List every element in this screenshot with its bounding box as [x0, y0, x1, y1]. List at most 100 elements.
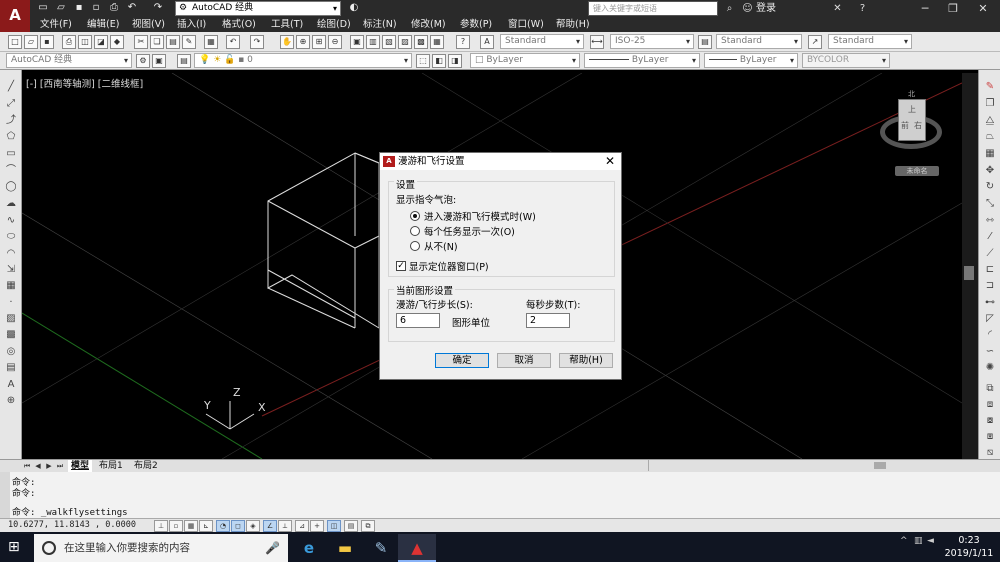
radio-enter-walkfly[interactable] [410, 211, 420, 221]
quick-properties-button[interactable]: ▤ [344, 520, 358, 532]
blockeditor-icon[interactable]: ▦ [204, 35, 218, 49]
windows-start-icon[interactable]: ⊞ [8, 539, 24, 555]
print-icon[interactable]: ⎙ [62, 35, 76, 49]
command-input[interactable]: 命令: _walkflysettings [12, 505, 128, 518]
horizontal-scrollbar[interactable] [648, 460, 963, 471]
break-icon[interactable]: ⊐ [983, 279, 997, 292]
volume-icon[interactable]: ◄ [927, 536, 934, 546]
menu-file[interactable]: 文件(F) [40, 18, 72, 31]
undo-icon[interactable]: ↶ [226, 35, 240, 49]
text-style-select[interactable]: Standard ▾ [500, 34, 584, 49]
user-icon[interactable]: ☺ [740, 1, 755, 16]
zoom-previous-icon[interactable]: ⊖ [328, 35, 342, 49]
binoculars-icon[interactable]: ⌕ [722, 1, 737, 16]
blend-icon[interactable]: ∽ [983, 345, 997, 358]
mirror-icon[interactable]: ⧋ [983, 114, 997, 127]
menu-modify[interactable]: 修改(M) [411, 18, 446, 31]
steps-per-second-input[interactable]: 2 [526, 313, 570, 328]
matchprop-icon[interactable]: ✎ [182, 35, 196, 49]
viewcube[interactable]: 上 前 右 北 [880, 90, 944, 159]
hatch-icon[interactable]: ▨ [4, 312, 18, 325]
zoom-window-icon[interactable]: ⊞ [312, 35, 326, 49]
ortho-mode-button[interactable]: ⊾ [199, 520, 213, 532]
menu-window[interactable]: 窗口(W) [508, 18, 544, 31]
workspace-select[interactable]: ⚙ AutoCAD 经典 ▾ [175, 1, 341, 16]
close-icon[interactable]: ✕ [603, 153, 617, 170]
save-icon[interactable]: ▪ [73, 2, 85, 14]
tab-layout2[interactable]: 布局2 [131, 460, 161, 472]
ellipse-icon[interactable]: ⬭ [4, 230, 18, 243]
new-icon[interactable]: ▭ [37, 2, 49, 14]
selection-cycling-button[interactable]: ⧉ [361, 520, 375, 532]
lineweight-select[interactable]: ByLayer ▾ [704, 53, 798, 68]
viewport-controls-label[interactable]: [-] [西南等轴测] [二维线框] [26, 76, 143, 90]
radio-never[interactable] [410, 241, 420, 251]
radio-once-per-session[interactable] [410, 226, 420, 236]
tab-model[interactable]: 模型 [68, 460, 93, 472]
dynamic-input-button[interactable]: ⊿ [295, 520, 309, 532]
mleaderstyle-icon[interactable]: ↗ [808, 35, 822, 49]
draworder-icon[interactable]: ⧉ [983, 382, 997, 395]
undo-icon[interactable]: ↶ [126, 2, 138, 14]
next-tab-icon[interactable]: ▶ [44, 461, 54, 471]
new-icon[interactable]: □ [8, 35, 22, 49]
copy-icon[interactable]: ❏ [150, 35, 164, 49]
grid-display-button[interactable]: ▦ [184, 520, 198, 532]
edge-icon[interactable]: e [290, 534, 328, 562]
prev-tab-icon[interactable]: ◀ [33, 461, 43, 471]
offset-icon[interactable]: ⏢ [983, 130, 997, 143]
polyline-icon[interactable]: ⤴ [4, 114, 18, 127]
menu-tools[interactable]: 工具(T) [271, 18, 303, 31]
erase-icon[interactable]: ✎ [983, 80, 997, 93]
file-explorer-icon[interactable]: ▬ [326, 534, 364, 562]
print-icon[interactable]: ⎙ [108, 2, 120, 14]
textstyle-icon[interactable]: A [480, 35, 494, 49]
first-tab-icon[interactable]: ⏮ [22, 461, 32, 471]
dynamic-ucs-button[interactable]: ⟂ [278, 520, 292, 532]
calculator-icon[interactable]: ▦ [430, 35, 444, 49]
pan-icon[interactable]: ✋ [280, 35, 294, 49]
redo-icon[interactable]: ↷ [250, 35, 264, 49]
scroll-thumb[interactable] [874, 462, 886, 469]
step-size-input[interactable]: 6 [396, 313, 440, 328]
polar-tracking-button[interactable]: ◔ [216, 520, 230, 532]
exchange-icon[interactable]: ✕ [830, 1, 845, 16]
dimstyle-icon[interactable]: ⟷ [590, 35, 604, 49]
tray-show-hidden-icon[interactable]: ^ [900, 536, 908, 546]
layer-properties-icon[interactable]: ▤ [177, 54, 191, 68]
help-button[interactable]: 帮助(H) [559, 353, 613, 368]
cancel-button[interactable]: 取消 [497, 353, 551, 368]
insert-block-icon[interactable]: ⇲ [4, 263, 18, 276]
publish-icon[interactable]: ◪ [94, 35, 108, 49]
fillet-icon[interactable]: ◜ [983, 328, 997, 341]
menu-parametric[interactable]: 参数(P) [460, 18, 492, 31]
draworder-back-icon[interactable]: ⧇ [983, 414, 997, 427]
open-icon[interactable]: ▱ [55, 2, 67, 14]
3d-osnap-button[interactable]: ◈ [246, 520, 260, 532]
redo-icon[interactable]: ↷ [152, 2, 164, 14]
last-tab-icon[interactable]: ⏭ [55, 461, 65, 471]
table-icon[interactable]: ▤ [4, 361, 18, 374]
layer-select[interactable]: 💡 ☀ 🔓 ▪ 0 ▾ [194, 53, 412, 68]
designcenter-icon[interactable]: ▥ [366, 35, 380, 49]
draworder-below-icon[interactable]: ⧅ [983, 446, 997, 459]
menu-edit[interactable]: 编辑(E) [87, 18, 119, 31]
saveas-icon[interactable]: ▫ [90, 2, 102, 14]
paint-icon[interactable]: ✎ [362, 534, 400, 562]
make-current-icon[interactable]: ⬚ [416, 54, 430, 68]
help-icon[interactable]: ? [855, 1, 870, 16]
stretch-icon[interactable]: ⇿ [983, 214, 997, 227]
menu-insert[interactable]: 插入(I) [177, 18, 206, 31]
color-select[interactable]: □ ByLayer ▾ [470, 53, 580, 68]
lineweight-button[interactable]: + [310, 520, 324, 532]
object-snap-tracking-button[interactable]: ∠ [263, 520, 277, 532]
menu-draw[interactable]: 绘图(D) [317, 18, 351, 31]
mleader-style-select[interactable]: Standard ▾ [828, 34, 912, 49]
toolpalettes-icon[interactable]: ▧ [382, 35, 396, 49]
move-icon[interactable]: ✥ [983, 164, 997, 177]
spline-icon[interactable]: ∿ [4, 214, 18, 227]
network-icon[interactable]: ▥ [914, 536, 923, 546]
polygon-icon[interactable]: ⬠ [4, 130, 18, 143]
autocad-taskbar-icon[interactable]: ▲ [398, 534, 436, 562]
workspace-select-2[interactable]: AutoCAD 经典 ▾ [6, 53, 132, 68]
